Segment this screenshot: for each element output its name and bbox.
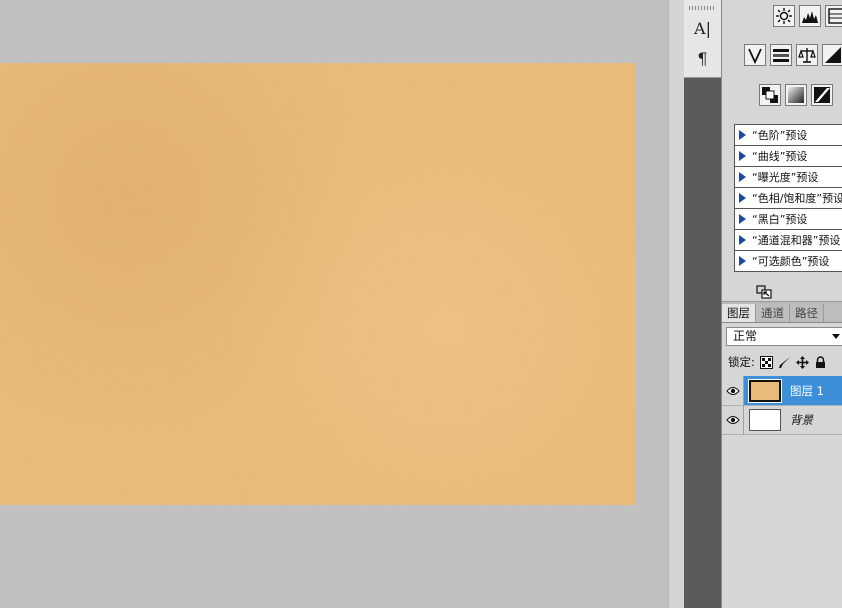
workspace-edge (668, 0, 685, 608)
blend-mode-value: 正常 (733, 329, 758, 343)
adjustments-icon-row-3 (759, 84, 833, 108)
preset-label: “曝光度”预设 (752, 171, 819, 184)
preset-label: “黑白”预设 (752, 213, 808, 226)
paragraph-icon: ¶ (697, 49, 708, 68)
expand-arrow-icon[interactable] (739, 256, 746, 266)
preset-item-levels[interactable]: “色阶”预设 (735, 125, 842, 146)
adjustments-icon-row-2 (744, 44, 842, 68)
expand-arrow-icon[interactable] (739, 214, 746, 224)
curves-button[interactable] (825, 5, 842, 27)
preset-item-black-white[interactable]: “黑白”预设 (735, 209, 842, 230)
document-canvas[interactable] (0, 63, 636, 505)
layers-panel-tabs: 图层 通道 路径 (722, 304, 842, 323)
paragraph-panel-button[interactable]: ¶ (689, 48, 716, 70)
layer-name[interactable]: 背景 (790, 412, 813, 428)
preset-label: “通道混和器”预设 (752, 234, 841, 247)
threshold-icon (814, 87, 830, 103)
vibrance-button[interactable] (744, 44, 766, 66)
eye-icon (725, 386, 740, 395)
color-balance-button[interactable] (796, 44, 818, 66)
visibility-toggle[interactable] (722, 376, 744, 405)
character-panel-button[interactable]: A| (689, 18, 716, 40)
lock-label: 锁定: (728, 355, 755, 369)
chevron-down-icon (832, 334, 840, 339)
selective-color-button[interactable] (759, 84, 781, 106)
tab-paths[interactable]: 路径 (790, 304, 824, 322)
tab-layers[interactable]: 图层 (722, 304, 756, 322)
visibility-toggle[interactable] (722, 405, 744, 434)
levels-button[interactable] (799, 5, 821, 27)
expand-arrow-icon[interactable] (739, 193, 746, 203)
balance-scale-icon (798, 48, 816, 63)
layer-thumbnail[interactable] (749, 408, 781, 431)
black-white-button[interactable] (822, 44, 842, 66)
dock-strip-top: A| ¶ (684, 0, 721, 78)
hue-saturation-button[interactable] (770, 44, 792, 66)
canvas-workspace[interactable] (0, 0, 668, 608)
curves-icon (828, 8, 842, 24)
lock-position-icon[interactable] (795, 355, 809, 369)
lock-all-icon[interactable] (814, 355, 827, 369)
tab-channels[interactable]: 通道 (756, 304, 790, 322)
layer-thumbnail[interactable] (748, 378, 782, 403)
blend-mode-select[interactable]: 正常 (726, 327, 842, 346)
brightness-contrast-button[interactable] (773, 5, 795, 27)
expand-arrow-icon[interactable] (739, 151, 746, 161)
brightness-icon (776, 8, 792, 24)
threshold-button[interactable] (811, 84, 833, 106)
gradient-icon (788, 87, 804, 103)
preset-item-curves[interactable]: “曲线”预设 (735, 146, 842, 167)
preset-label: “色阶”预设 (752, 129, 808, 142)
adjustment-presets-list: “色阶”预设 “曲线”预设 “曝光度”预设 “色相/饱和度”预设 “黑白”预设 … (734, 124, 842, 272)
expand-arrow-icon[interactable] (739, 235, 746, 245)
preset-item-exposure[interactable]: “曝光度”预设 (735, 167, 842, 188)
preset-item-selective-color[interactable]: “可选颜色”预设 (735, 251, 842, 272)
vibrance-icon (748, 48, 762, 64)
character-icon: A| (694, 19, 711, 38)
preset-item-channel-mixer[interactable]: “通道混和器”预设 (735, 230, 842, 251)
panel-dock-strip: A| ¶ (684, 0, 721, 608)
layer-row[interactable]: 图层 1 (722, 376, 842, 406)
adjustments-layers-panel: “色阶”预设 “曲线”预设 “曝光度”预设 “色相/饱和度”预设 “黑白”预设 … (721, 0, 842, 608)
adjustments-icon-row-1 (773, 5, 842, 29)
preset-label: “曲线”预设 (752, 150, 808, 163)
histogram-icon (802, 11, 818, 23)
hue-saturation-icon (773, 49, 789, 62)
expand-arrow-icon[interactable] (739, 130, 746, 140)
grip-handle[interactable] (689, 6, 716, 10)
lock-image-pixels-icon[interactable] (778, 356, 791, 369)
lock-transparent-pixels-icon[interactable] (759, 355, 773, 369)
black-white-icon (825, 47, 841, 63)
preset-label: “色相/饱和度”预设 (752, 192, 842, 205)
return-to-list-icon[interactable] (756, 285, 772, 299)
layer-row[interactable]: 背景 (722, 405, 842, 435)
preset-item-hue-saturation[interactable]: “色相/饱和度”预设 (735, 188, 842, 209)
selective-color-icon (762, 87, 778, 103)
expand-arrow-icon[interactable] (739, 172, 746, 182)
gradient-map-button[interactable] (785, 84, 807, 106)
layer-name[interactable]: 图层 1 (790, 383, 824, 399)
preset-label: “可选颜色”预设 (752, 255, 830, 268)
lock-options-row: 锁定: (728, 353, 827, 371)
eye-icon (725, 415, 740, 424)
